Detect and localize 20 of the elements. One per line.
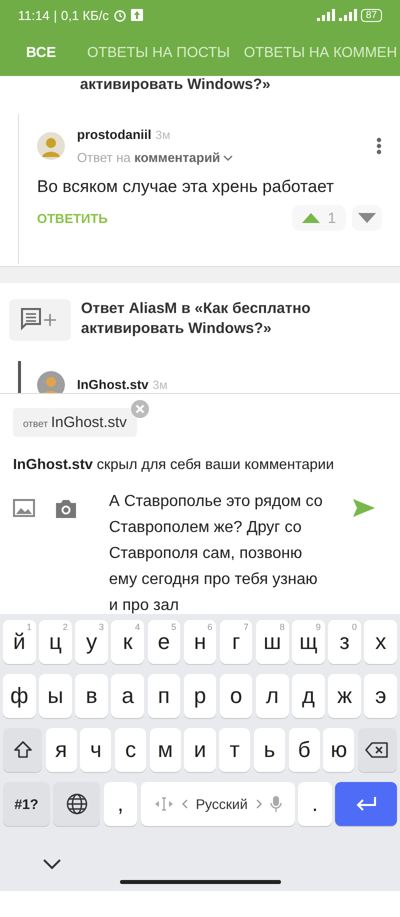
comment-age: 3м <box>155 128 170 142</box>
key-hint: 9 <box>316 622 321 632</box>
key-hint: 6 <box>207 622 212 632</box>
key-hint: 3 <box>98 622 104 632</box>
reply-chip: ответ InGhost.stv <box>13 408 137 437</box>
key-hint: 5 <box>171 622 176 632</box>
key-hint: 7 <box>243 622 248 632</box>
post-title: активировать Windows?» <box>79 76 272 95</box>
key-hint: 8 <box>280 622 285 632</box>
key-hint: 1 <box>26 622 32 632</box>
comment-age: 3м <box>152 378 168 392</box>
key-hint: 4 <box>135 622 140 632</box>
status-separator: | <box>54 8 57 22</box>
network-speed: 0,1 КБ/с <box>60 8 109 22</box>
notice-text: InGhost.stv скрыл для себя ваши комментарии <box>13 457 335 473</box>
key-hint: 0 <box>352 622 357 632</box>
status-time: 11:14 <box>18 8 50 22</box>
battery-level: 87 <box>360 8 382 22</box>
comment-text: Во всяком случае эта хрень работает <box>37 177 335 197</box>
key-hint: 2 <box>62 622 68 632</box>
